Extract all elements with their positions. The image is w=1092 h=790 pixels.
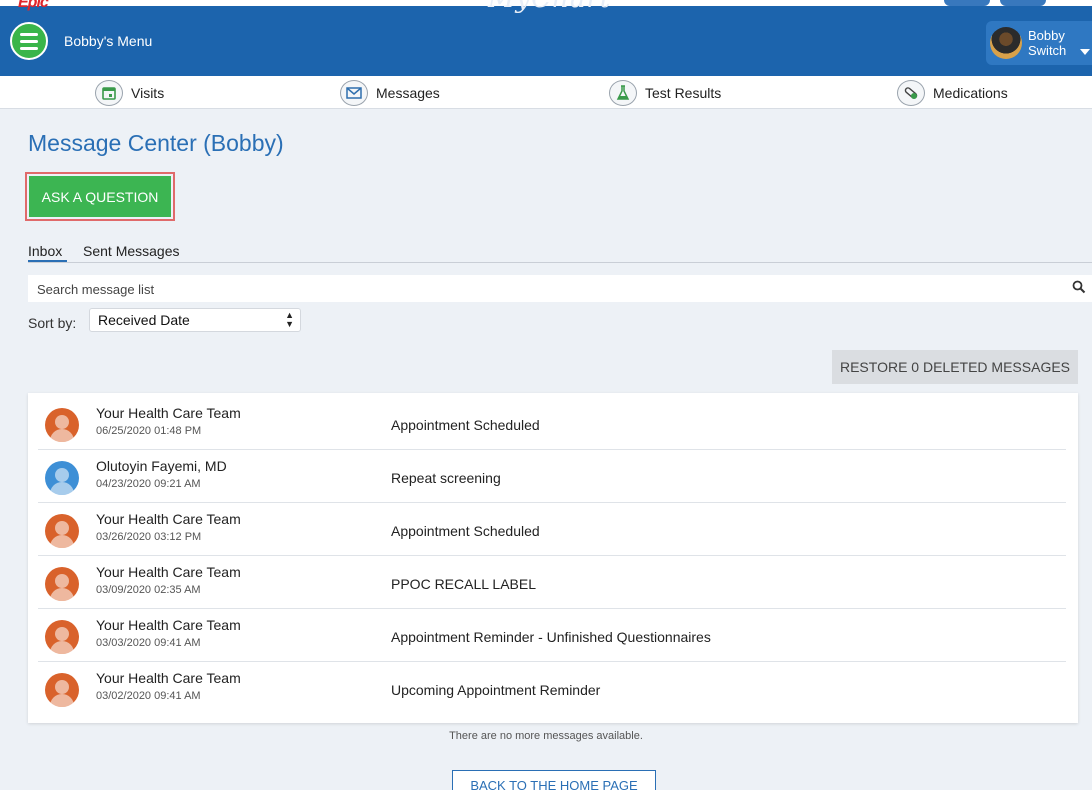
message-row[interactable]: Olutoyin Fayemi, MD 04/23/2020 09:21 AM … — [38, 451, 1066, 503]
sender-avatar-icon — [45, 567, 79, 601]
sort-value: Received Date — [98, 312, 190, 328]
nav-test-results[interactable]: Test Results — [609, 79, 721, 107]
user-switch-button[interactable]: Bobby Switch — [986, 21, 1092, 65]
message-sender: Your Health Care Team — [96, 617, 241, 633]
sender-avatar-icon — [45, 408, 79, 442]
no-more-messages: There are no more messages available. — [449, 730, 643, 742]
nav-medications-label: Medications — [933, 85, 1008, 101]
message-date: 06/25/2020 01:48 PM — [96, 425, 202, 437]
message-row[interactable]: Your Health Care Team 06/25/2020 01:48 P… — [38, 398, 1066, 450]
menu-label[interactable]: Bobby's Menu — [64, 33, 152, 49]
sender-avatar-icon — [45, 514, 79, 548]
calendar-icon — [95, 80, 123, 106]
message-date: 03/26/2020 03:12 PM — [96, 531, 202, 543]
message-subject: Repeat screening — [391, 470, 501, 486]
ask-question-button[interactable]: ASK A QUESTION — [29, 176, 171, 217]
message-sender: Your Health Care Team — [96, 405, 241, 421]
nav-medications[interactable]: Medications — [897, 79, 1008, 107]
help-tab[interactable] — [944, 0, 990, 6]
back-to-home-button[interactable]: BACK TO THE HOME PAGE — [452, 770, 656, 790]
message-date: 04/23/2020 09:21 AM — [96, 478, 201, 490]
main-nav: Visits Messages Test Results Medications — [0, 76, 1092, 109]
user-avatar — [990, 27, 1022, 59]
message-row[interactable]: Your Health Care Team 03/03/2020 09:41 A… — [38, 610, 1066, 662]
epic-logo: Epic — [18, 0, 49, 11]
tab-sent-messages[interactable]: Sent Messages — [83, 243, 180, 259]
message-date: 03/03/2020 09:41 AM — [96, 637, 201, 649]
message-date: 03/09/2020 02:35 AM — [96, 584, 201, 596]
header-bar: Epic MyChart Bobby's Menu Bobby Switch — [0, 0, 1092, 76]
message-sender: Your Health Care Team — [96, 511, 241, 527]
user-name: Bobby Switch — [1028, 28, 1066, 58]
user-name-text: Bobby — [1028, 28, 1065, 43]
nav-visits-label: Visits — [131, 85, 165, 101]
message-subject: Upcoming Appointment Reminder — [391, 682, 601, 698]
nav-visits[interactable]: Visits — [95, 79, 164, 107]
search-bar — [28, 275, 1092, 302]
message-row[interactable]: Your Health Care Team 03/09/2020 02:35 A… — [38, 557, 1066, 609]
nav-test-results-label: Test Results — [645, 85, 722, 101]
message-subject: PPOC RECALL LABEL — [391, 576, 536, 592]
sender-avatar-icon — [45, 673, 79, 707]
sort-label: Sort by: — [28, 315, 77, 331]
account-tab[interactable] — [1000, 0, 1046, 6]
message-sender: Olutoyin Fayemi, MD — [96, 458, 227, 474]
nav-messages[interactable]: Messages — [340, 79, 440, 107]
envelope-icon — [340, 80, 368, 106]
caret-down-icon — [1080, 49, 1090, 55]
flask-icon — [609, 80, 637, 106]
message-list: Your Health Care Team 06/25/2020 01:48 P… — [28, 393, 1078, 723]
hamburger-menu-icon[interactable] — [10, 22, 48, 60]
message-subject: Appointment Scheduled — [391, 523, 540, 539]
select-arrows-icon: ▲ ▼ — [285, 310, 294, 329]
message-date: 03/02/2020 09:41 AM — [96, 690, 201, 702]
sender-avatar-icon — [45, 620, 79, 654]
sort-select[interactable]: Received Date ▲ ▼ — [89, 308, 301, 332]
page-title: Message Center (Bobby) — [28, 130, 284, 156]
message-subject: Appointment Scheduled — [391, 417, 540, 433]
message-subject: Appointment Reminder - Unfinished Questi… — [391, 629, 711, 645]
restore-deleted-button[interactable]: RESTORE 0 DELETED MESSAGES — [832, 350, 1078, 384]
pill-icon — [897, 80, 925, 106]
switch-label: Switch — [1028, 43, 1067, 58]
nav-messages-label: Messages — [376, 85, 440, 101]
search-input[interactable] — [37, 279, 1037, 299]
message-row[interactable]: Your Health Care Team 03/02/2020 09:41 A… — [38, 663, 1066, 715]
message-sender: Your Health Care Team — [96, 670, 241, 686]
message-row[interactable]: Your Health Care Team 03/26/2020 03:12 P… — [38, 504, 1066, 556]
message-sender: Your Health Care Team — [96, 564, 241, 580]
search-icon[interactable] — [1072, 280, 1086, 294]
mychart-logo: MyChart — [488, 0, 611, 14]
tabs-divider — [28, 262, 1092, 263]
sender-avatar-icon — [45, 461, 79, 495]
tab-inbox[interactable]: Inbox — [28, 243, 62, 259]
